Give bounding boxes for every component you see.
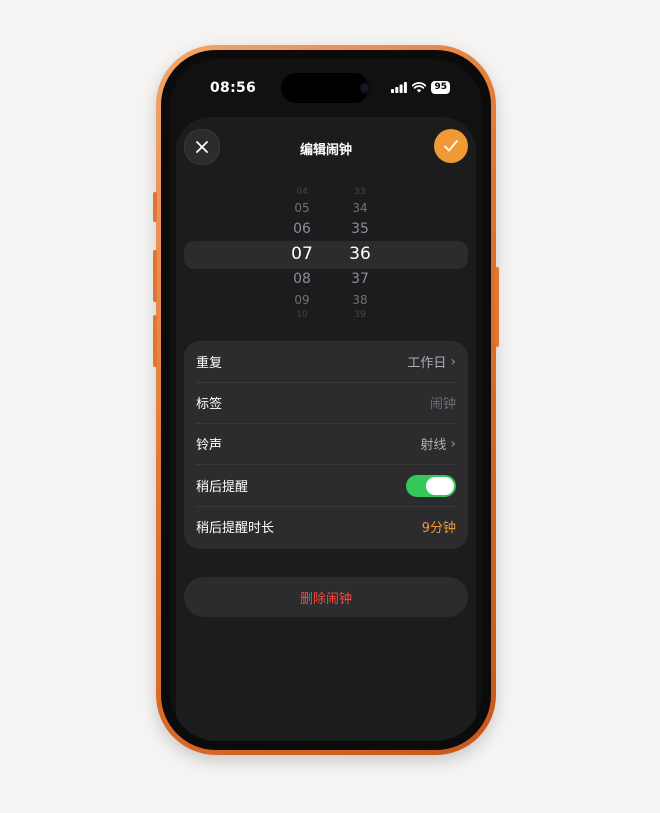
hour-selected[interactable]: 07 (282, 244, 322, 264)
repeat-value: 工作日 › (407, 352, 456, 372)
minute-option[interactable]: 39 (340, 310, 380, 320)
ringtone-label: 铃声 (196, 438, 223, 453)
chevron-right-icon: › (450, 435, 456, 452)
confirm-button[interactable] (434, 129, 468, 163)
status-time: 08:56 (210, 80, 257, 96)
repeat-value-text: 工作日 (407, 356, 447, 371)
hour-option[interactable]: 09 (282, 293, 322, 307)
tag-label: 标签 (196, 397, 223, 412)
snooze-toggle[interactable] (406, 474, 456, 497)
toggle-knob (426, 476, 454, 495)
screen: 08:56 95 编辑闹钟 04 05 06 07 08 09 10 33 34… (170, 59, 482, 741)
status-bar: 08:56 95 (170, 59, 482, 109)
repeat-label: 重复 (196, 356, 223, 371)
minute-selected[interactable]: 36 (340, 244, 380, 264)
chevron-right-icon: › (450, 353, 456, 370)
snooze-row: 稍后提醒 (196, 465, 456, 507)
snooze-label: 稍后提醒 (196, 480, 249, 495)
hour-option[interactable]: 06 (282, 221, 322, 237)
minute-option[interactable]: 37 (340, 271, 380, 287)
hour-option[interactable]: 04 (282, 187, 322, 197)
bezel: 08:56 95 编辑闹钟 04 05 06 07 08 09 10 33 34… (161, 50, 491, 750)
battery-indicator: 95 (431, 81, 450, 94)
ringtone-value-text: 射线 (420, 438, 447, 453)
checkmark-icon (444, 140, 458, 152)
power-button (495, 267, 499, 347)
minute-option[interactable]: 35 (340, 221, 380, 237)
minute-option[interactable]: 38 (340, 293, 380, 307)
action-button (153, 192, 157, 222)
repeat-row[interactable]: 重复 工作日 › (196, 341, 456, 383)
minute-option[interactable]: 34 (340, 201, 380, 215)
edit-alarm-sheet: 编辑闹钟 04 05 06 07 08 09 10 33 34 35 36 37… (176, 117, 476, 741)
hour-option[interactable]: 08 (282, 271, 322, 287)
snooze-duration-value: 9分钟 (421, 521, 456, 536)
hour-option[interactable]: 05 (282, 201, 322, 215)
settings-card: 重复 工作日 › 标签 闹钟 铃声 射线 › 稍后提醒 稍后提醒时长 9分钟 (184, 341, 468, 549)
snooze-duration-row[interactable]: 稍后提醒时长 9分钟 (196, 506, 456, 547)
signal-icon (391, 82, 408, 93)
page-title: 编辑闹钟 (299, 143, 352, 158)
volume-down-button (153, 315, 157, 367)
ringtone-row[interactable]: 铃声 射线 › (196, 423, 456, 465)
hour-option[interactable]: 10 (282, 310, 322, 320)
minute-option[interactable]: 33 (340, 187, 380, 197)
delete-alarm-button[interactable]: 删除闹钟 (184, 577, 468, 617)
status-icons: 95 (391, 81, 450, 94)
phone-frame: 08:56 95 编辑闹钟 04 05 06 07 08 09 10 33 34… (153, 45, 499, 755)
wifi-icon (412, 82, 427, 93)
picker-selection-band (184, 241, 468, 269)
snooze-duration-label: 稍后提醒时长 (196, 521, 275, 536)
dynamic-island (281, 73, 369, 103)
ringtone-value: 射线 › (420, 434, 456, 454)
volume-up-button (153, 250, 157, 302)
tag-input[interactable]: 闹钟 (430, 393, 456, 412)
camera-icon (359, 82, 371, 94)
tag-row[interactable]: 标签 闹钟 (196, 382, 456, 424)
